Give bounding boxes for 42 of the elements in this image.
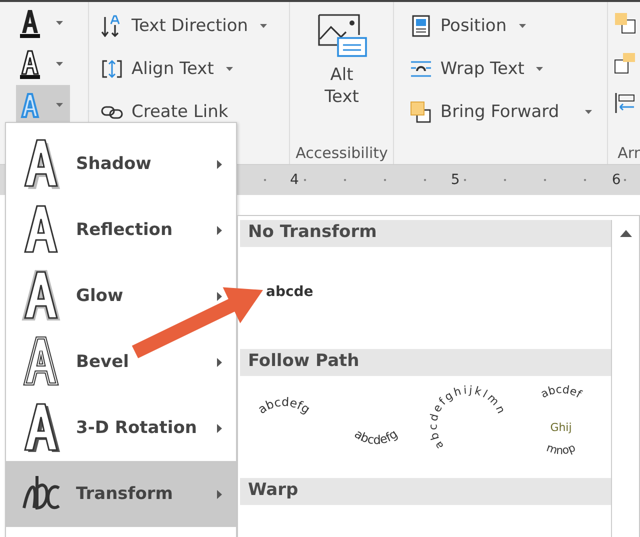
arch-down-text-preview[interactable]: abcdefg [336,380,418,472]
glowing-letter-icon [21,270,63,322]
letter-icon [20,8,40,38]
ribbon-button[interactable]: Wrap Text [406,47,548,90]
section-header: Warp [240,478,611,506]
group-label: Arr [618,144,640,162]
menu-item[interactable]: Shadow [6,131,236,197]
arch-up-text-preview[interactable]: abcdefg [244,380,326,472]
submenu-arrow-icon [217,358,222,366]
submenu-arrow-icon [217,490,222,498]
letter-icon [20,90,40,120]
image-text-icon [316,12,368,58]
section-header: Follow Path [240,348,611,376]
ribbon-button[interactable]: Align Text [97,47,237,90]
align-icon[interactable] [614,92,636,114]
button-text-preview[interactable]: abcdef Ghij mnop [520,380,602,472]
bring-forward-icon [410,100,432,122]
shadow-letter-icon [21,138,63,190]
ribbon-button[interactable]: Create Link [97,90,232,133]
group-label: Accessibility [296,144,388,162]
letter-icon [20,50,40,78]
caret-icon [56,103,63,107]
section-header: No Transform [240,220,611,248]
submenu-arrow-icon [217,292,222,300]
3d-letter-icon [21,402,63,454]
caret-icon [56,21,63,25]
ribbon-button[interactable]: Text Direction [97,4,272,47]
menu-item[interactable]: Transform [6,461,236,527]
scroll-up-icon[interactable] [620,230,632,237]
submenu-arrow-icon [217,160,222,168]
submenu-arrow-icon [217,226,222,234]
position-icon [410,14,432,36]
menu-item[interactable]: 3-D Rotation [6,395,236,461]
submenu-arrow-icon [217,424,222,432]
plain-text-preview[interactable]: abcde [264,282,316,302]
alt-text-button[interactable]: Alt Text [310,10,374,110]
align-text-icon [101,58,124,80]
menu-item[interactable]: Reflection [6,197,236,263]
ribbon-button[interactable]: Bring Forward [406,90,596,133]
caret-icon [56,62,63,66]
ribbon-button[interactable]: Position [406,4,530,47]
send-backward-icon[interactable] [614,12,636,34]
